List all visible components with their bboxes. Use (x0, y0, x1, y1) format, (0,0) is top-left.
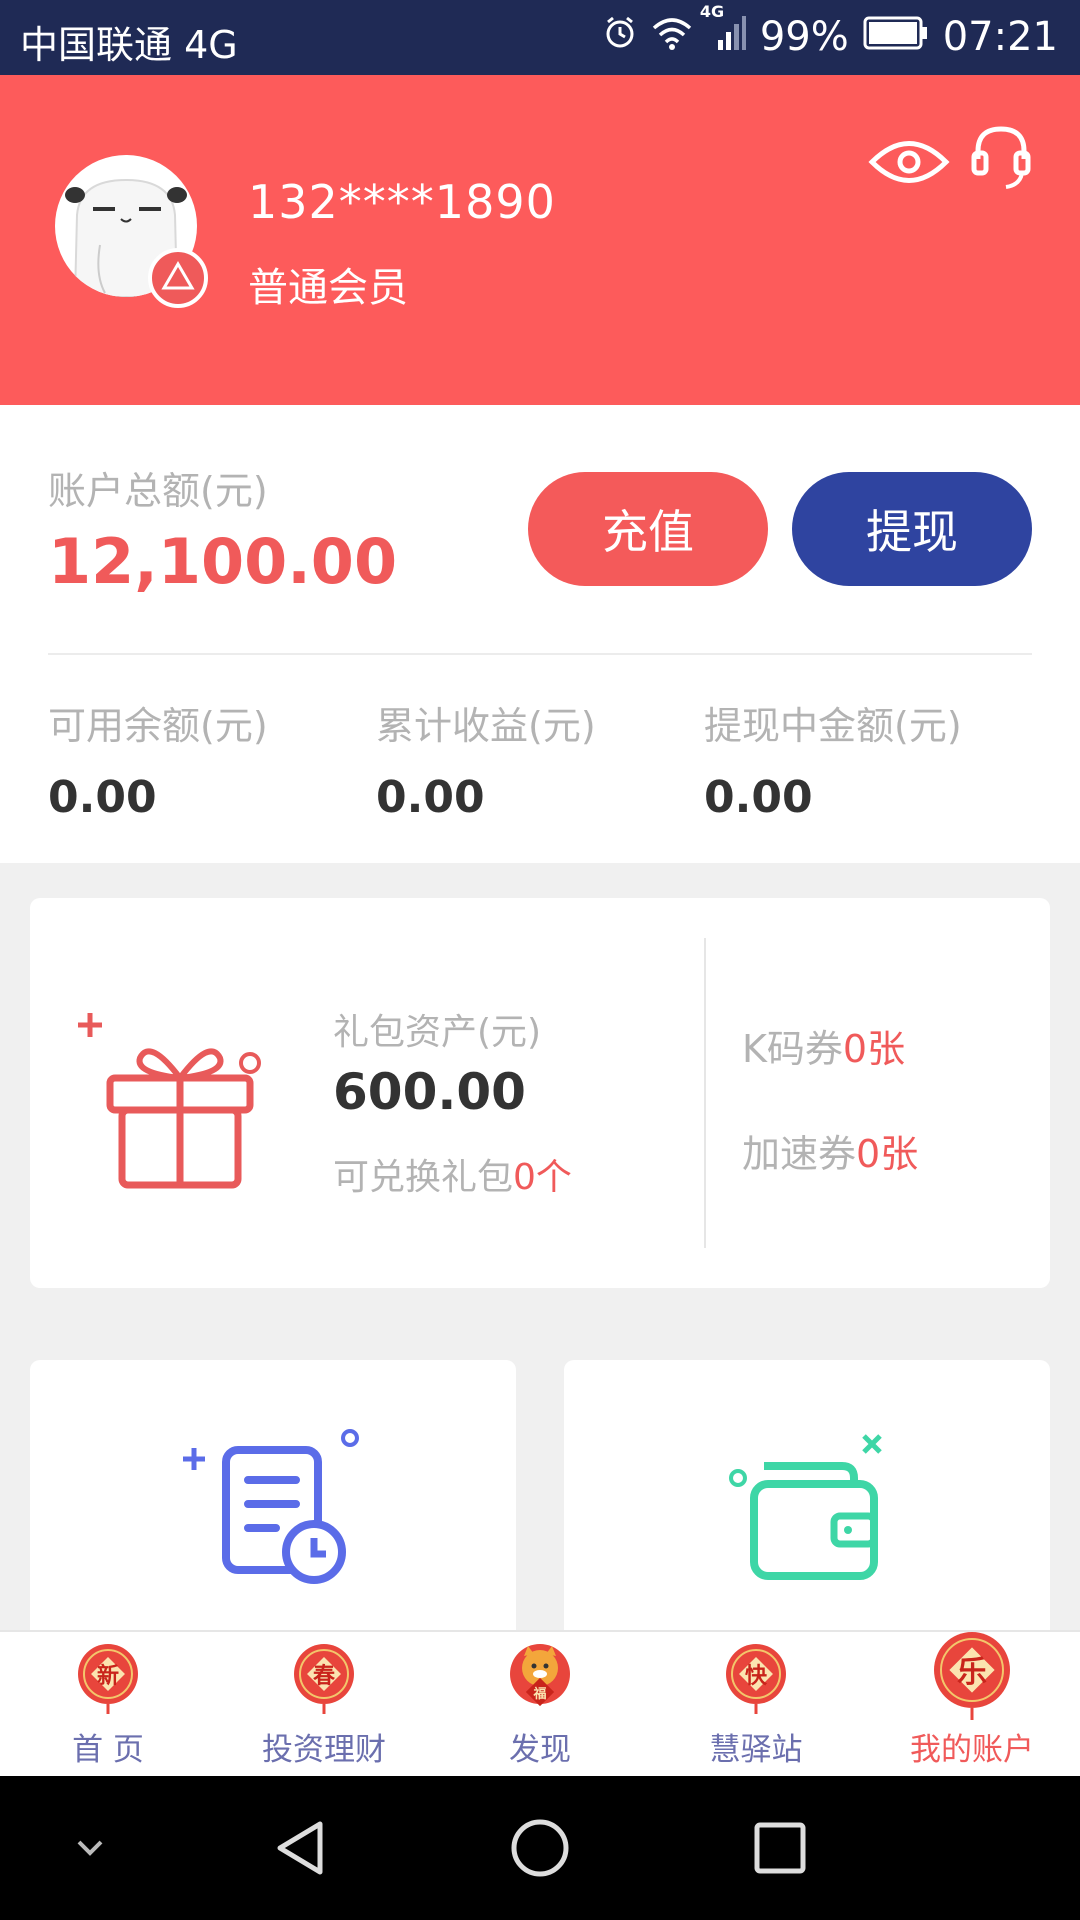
wifi-icon (652, 14, 692, 60)
gift-exchange-count: 0个 (513, 1157, 572, 1198)
stat-label: 累计收益(元) (376, 704, 596, 748)
tab-my-account[interactable]: 乐 我的账户 (864, 1632, 1080, 1778)
station-icon: 快 (724, 1644, 788, 1720)
gift-assets-label: 礼包资产(元) (333, 1012, 542, 1053)
stat-available: 可用余额(元) 0.00 (48, 695, 268, 823)
discover-icon: 福 (508, 1644, 572, 1720)
tab-label: 首 页 (72, 1732, 144, 1768)
coupon-count: 0张 (856, 1132, 919, 1176)
invest-icon: 春 (292, 1644, 356, 1720)
wallet-icon (724, 1428, 894, 1592)
signal-icon: 4G (700, 2, 746, 62)
back-icon (277, 1821, 323, 1875)
home-icon: 新 (76, 1644, 140, 1720)
customer-service-icon[interactable] (970, 123, 1032, 197)
my-account-icon: 乐 (932, 1632, 1012, 1724)
tab-station[interactable]: 快 慧驿站 (648, 1632, 864, 1778)
network-badge: 4G (699, 2, 725, 21)
total-balance-label: 账户总额(元) (48, 469, 268, 513)
bottom-tab-bar: 新 首 页 春 投资理财 福 发现 快 慧驿站 乐 我的账户 (0, 1630, 1080, 1776)
tab-icon-char: 新 (97, 1663, 119, 1689)
gift-assets-card[interactable]: 礼包资产(元) 600.00 可兑换礼包0个 K码券0张 加速券0张 (30, 898, 1050, 1288)
back-button[interactable] (250, 1776, 350, 1920)
tab-label: 发现 (509, 1732, 571, 1768)
stat-withdrawing: 提现中金额(元) 0.00 (704, 695, 962, 823)
records-icon (180, 1428, 360, 1592)
tab-label: 投资理财 (262, 1732, 386, 1768)
recents-icon (754, 1822, 806, 1874)
records-tile[interactable] (30, 1360, 516, 1660)
hide-nav-button[interactable] (50, 1776, 130, 1920)
divider (48, 653, 1032, 655)
tab-label: 慧驿站 (709, 1732, 803, 1768)
gift-exchange-prefix: 可兑换礼包 (333, 1157, 514, 1198)
tab-label: 我的账户 (910, 1732, 1034, 1768)
system-nav-bar (0, 1776, 1080, 1920)
status-icons: 4G 99% 07:21 (602, 2, 1058, 62)
battery-icon (863, 14, 929, 60)
stat-value: 0.00 (48, 772, 157, 823)
vertical-divider (704, 938, 706, 1248)
stat-value: 0.00 (704, 772, 813, 823)
home-circle-icon (511, 1819, 569, 1877)
tab-icon-char: 乐 (957, 1655, 987, 1690)
clock: 07:21 (942, 14, 1058, 60)
stat-value: 0.00 (376, 772, 485, 823)
tab-icon-char: 福 (532, 1686, 546, 1702)
home-button[interactable] (490, 1776, 590, 1920)
tab-discover[interactable]: 福 发现 (432, 1632, 648, 1778)
recents-button[interactable] (730, 1776, 830, 1920)
profile-header: 132****1890 普通会员 (0, 75, 1080, 405)
coupon-kcode[interactable]: K码券0张 (742, 1018, 905, 1073)
wallet-tile[interactable] (564, 1360, 1050, 1660)
stat-label: 提现中金额(元) (704, 704, 962, 748)
tab-invest[interactable]: 春 投资理财 (216, 1632, 432, 1778)
alarm-icon (602, 14, 638, 60)
carrier-label: 中国联通 4G (20, 23, 238, 67)
coupon-label: K码券 (742, 1027, 843, 1071)
gift-icon (70, 1003, 270, 1197)
tab-icon-char: 春 (313, 1664, 335, 1689)
member-level: 普通会员 (248, 265, 408, 311)
user-phone: 132****1890 (248, 175, 556, 229)
battery-percent: 99% (759, 14, 849, 60)
chevron-down-icon (77, 1840, 103, 1856)
stat-earnings: 累计收益(元) 0.00 (376, 695, 596, 823)
gift-assets-value: 600.00 (333, 1063, 526, 1121)
stat-label: 可用余额(元) (48, 704, 268, 748)
total-balance-value: 12,100.00 (48, 525, 398, 598)
tab-icon-char: 快 (745, 1664, 768, 1689)
balance-section: 账户总额(元) 12,100.00 充值 提现 可用余额(元) 0.00 累计收… (0, 405, 1080, 863)
status-bar: 中国联通 4G 4G 99% 07:21 (0, 0, 1080, 75)
tab-home[interactable]: 新 首 页 (0, 1632, 216, 1778)
eye-icon[interactable] (868, 137, 950, 191)
withdraw-button[interactable]: 提现 (792, 472, 1032, 586)
gift-exchange-line: 可兑换礼包0个 (333, 1148, 572, 1200)
coupon-count: 0张 (842, 1027, 906, 1071)
coupon-label: 加速券 (742, 1132, 857, 1176)
member-level-badge (148, 248, 208, 308)
charge-button[interactable]: 充值 (528, 472, 768, 586)
coupon-accelerate[interactable]: 加速券0张 (742, 1123, 918, 1178)
